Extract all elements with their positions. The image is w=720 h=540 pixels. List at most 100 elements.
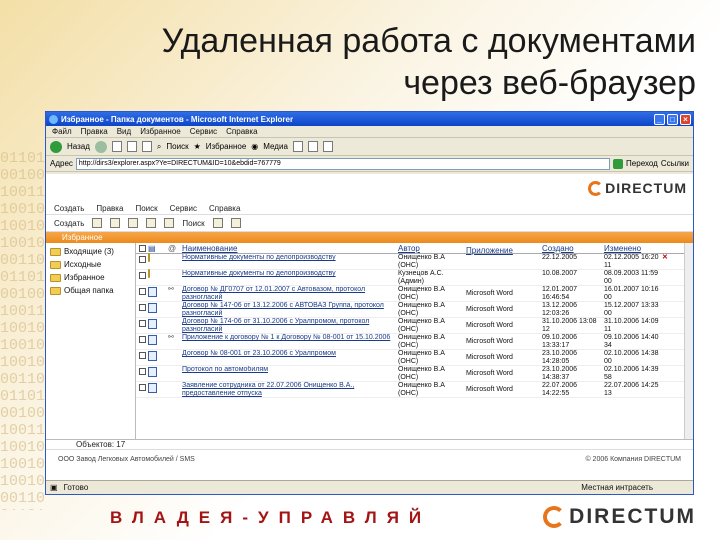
app-menu-service[interactable]: Сервис (170, 204, 197, 213)
copy-icon[interactable] (128, 218, 139, 228)
app-menu-search[interactable]: Поиск (135, 204, 157, 213)
row-created: 31.10.2006 13:08 12 (542, 318, 597, 333)
tree-item-shared[interactable]: Общая папка (46, 284, 135, 297)
row-name[interactable]: Нормативные документы по делопроизводств… (182, 254, 398, 262)
menu-help[interactable]: Справка (226, 127, 257, 136)
col-modified[interactable]: Изменено (604, 244, 641, 253)
maximize-button[interactable]: □ (667, 113, 678, 125)
table-row[interactable]: Договор № 08-001 от 23.10.2006 с Уралпро… (136, 350, 693, 366)
row-name[interactable]: Нормативные документы по делопроизводств… (182, 270, 398, 278)
table-row[interactable]: Нормативные документы по делопроизводств… (136, 253, 693, 270)
go-button[interactable]: Переход (626, 159, 658, 168)
refresh-icon[interactable] (126, 141, 137, 152)
row-created: 13.12.2006 12:03:26 (542, 302, 578, 317)
back-label[interactable]: Назад (67, 142, 90, 151)
folder-icon (148, 269, 150, 278)
row-checkbox[interactable] (139, 336, 146, 343)
row-created: 23.10.2006 14:38:37 (542, 366, 578, 381)
row-checkbox[interactable] (139, 368, 146, 375)
home-icon[interactable] (141, 141, 152, 152)
menu-view[interactable]: Вид (117, 127, 131, 136)
select-all-checkbox[interactable] (139, 244, 146, 252)
back-icon[interactable] (50, 140, 62, 153)
row-checkbox[interactable] (139, 320, 146, 327)
address-label: Адрес (50, 159, 73, 168)
forward-icon[interactable] (94, 140, 107, 153)
app-menu-create[interactable]: Создать (54, 204, 84, 213)
stop-icon[interactable] (111, 141, 122, 152)
minimize-button[interactable]: _ (654, 113, 665, 125)
menu-edit[interactable]: Правка (81, 127, 108, 136)
favorites-label[interactable]: Избранное (206, 142, 247, 151)
col-created[interactable]: Создано (542, 244, 574, 253)
directum-logo-icon (543, 506, 566, 528)
app-menu-edit[interactable]: Правка (96, 204, 123, 213)
app-menu-help[interactable]: Справка (209, 204, 240, 213)
row-app: Microsoft Word (466, 386, 513, 393)
row-checkbox[interactable] (139, 304, 146, 311)
table-row[interactable]: ⚯ Приложение к договору № 1 к Договору №… (136, 334, 693, 350)
app-logo: DIRECTUM (588, 180, 687, 196)
address-input[interactable]: http://dirs3/explorer.aspx?Ye=DIRECTUM&I… (75, 157, 611, 170)
col-author[interactable]: Автор (398, 244, 420, 253)
word-doc-icon (148, 383, 157, 393)
row-name[interactable]: Протокол по автомобилям (182, 366, 398, 374)
delete-icon[interactable] (164, 218, 175, 228)
object-count: Объектов: 17 (46, 439, 693, 449)
row-name[interactable]: Договор № 174-06 от 31.10.2006 с Уралпро… (182, 318, 398, 334)
ie-icon (49, 114, 58, 124)
tree-item-inbox[interactable]: Входящие (3) (46, 245, 135, 258)
row-author: Онищенко В.А (ОНС) (398, 366, 445, 381)
tree-item-outbox[interactable]: Исходные (46, 258, 135, 271)
media-icon[interactable]: ◉ (251, 142, 258, 151)
table-row[interactable]: Договор № 147-06 от 13.12.2006 с АВТОВАЗ… (136, 302, 693, 318)
menu-file[interactable]: Файл (52, 127, 72, 136)
table-row[interactable]: ⚯ Договор № ДГ0707 от 12.01.2007 с Автов… (136, 286, 693, 302)
row-created: 22.12.2005 (542, 254, 578, 261)
mail-icon[interactable] (307, 141, 318, 152)
history-icon[interactable] (292, 141, 303, 152)
menu-favorites[interactable]: Избранное (140, 127, 181, 136)
links-label[interactable]: Ссылки (661, 159, 689, 168)
row-name[interactable]: Договор № 08-001 от 23.10.2006 с Уралпро… (182, 350, 398, 358)
menu-tools[interactable]: Сервис (190, 127, 217, 136)
row-checkbox[interactable] (139, 352, 146, 359)
app-header: DIRECTUM (46, 174, 693, 202)
create-button[interactable]: Создать (54, 219, 84, 228)
row-name[interactable]: Договор № 147-06 от 13.12.2006 с АВТОВАЗ… (182, 302, 398, 318)
search-button[interactable]: Поиск (182, 219, 204, 228)
window-title: Избранное - Папка документов - Microsoft… (61, 114, 294, 124)
media-label[interactable]: Медиа (263, 142, 288, 151)
row-checkbox[interactable] (139, 256, 146, 263)
new-folder-icon[interactable] (92, 218, 103, 228)
col-name[interactable]: Наименование (182, 244, 237, 253)
close-button[interactable]: × (680, 113, 691, 125)
row-app: Microsoft Word (466, 338, 513, 345)
table-row[interactable]: Договор № 174-06 от 31.10.2006 с Уралпро… (136, 318, 693, 334)
row-name[interactable]: Договор № ДГ0707 от 12.01.2007 с Автоваз… (182, 286, 398, 302)
table-row[interactable]: Протокол по автомобилям Онищенко В.А (ОН… (136, 366, 693, 382)
paste-icon[interactable] (146, 218, 157, 228)
search-label[interactable]: Поиск (166, 142, 188, 151)
row-checkbox[interactable] (139, 288, 146, 295)
print-icon[interactable] (322, 141, 333, 152)
row-checkbox[interactable] (139, 384, 146, 391)
search-icon[interactable]: ⌕ (157, 142, 161, 152)
go-icon[interactable] (613, 158, 624, 169)
favorites-icon[interactable]: ★ (194, 142, 201, 151)
table-row[interactable]: Заявление сотрудника от 22.07.2006 Онище… (136, 382, 693, 398)
table-row[interactable]: Нормативные документы по делопроизводств… (136, 269, 693, 286)
vertical-scrollbar[interactable] (684, 243, 693, 439)
tree-item-favorites[interactable]: Избранное (46, 271, 135, 284)
delete-row-icon[interactable]: ✕ (662, 254, 674, 262)
row-name[interactable]: Заявление сотрудника от 22.07.2006 Онище… (182, 382, 398, 398)
row-name[interactable]: Приложение к договору № 1 к Договору № 0… (182, 334, 398, 342)
folder-icon (50, 247, 61, 256)
page-icon: ▣ (50, 483, 58, 492)
row-checkbox[interactable] (139, 272, 146, 279)
filter-icon[interactable] (212, 218, 223, 228)
export-icon[interactable] (230, 218, 241, 228)
folder-icon (148, 253, 150, 262)
edit-icon[interactable] (110, 218, 121, 228)
bottom-logo: DIRECTUM (543, 505, 696, 529)
